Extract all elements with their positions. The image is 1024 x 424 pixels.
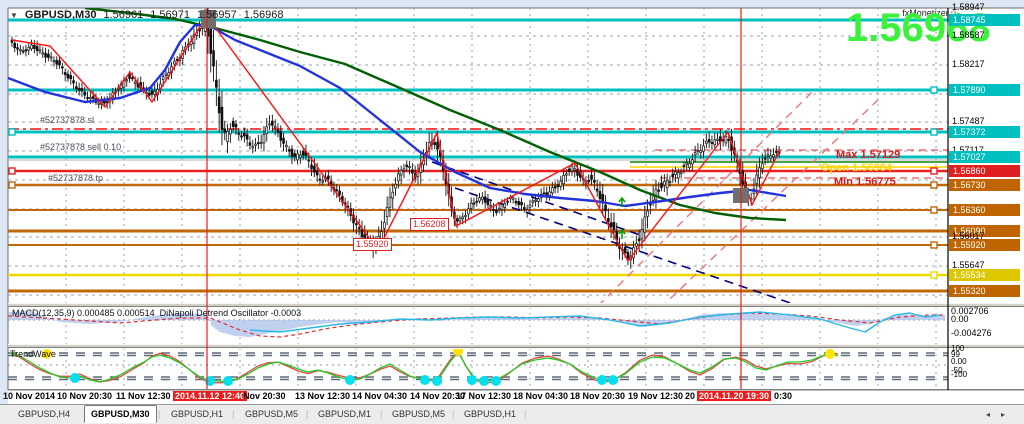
price-scale-badge: 1.55920 [949,239,1020,251]
time-axis-tick: 18 Nov 20:30 [570,391,626,401]
tab-gbpusd-h1[interactable]: GBPUSD,H1 [458,406,522,422]
tw-buy-dot [345,375,355,385]
swing-price-label: 1.55920 [353,238,392,251]
time-axis-tick: 10 Nov 20:30 [57,391,113,401]
tw-buy-dot [70,373,80,383]
tw-buy-dot [223,376,233,386]
time-axis-tick: 18 Nov 04:30 [513,391,569,401]
swing-price-label: 1.56208 [410,218,449,231]
line-anchor-handle[interactable] [930,86,938,94]
order-tp-label: #52737878 tp [48,173,104,183]
price-scale-badge: 1.57372 [949,126,1020,138]
price-scale-badge: 1.58745 [949,14,1020,26]
ohlc-high: 1.56971 [150,9,190,21]
price-scale-badge: 1.56360 [949,204,1020,216]
price-scale-badge: 1.55320 [949,285,1020,297]
line-anchor-handle[interactable] [930,167,938,175]
tw-buy-dot [491,376,501,386]
price-scale-badge: 1.55534 [949,269,1020,281]
price-scale-badge: 1.57027 [949,151,1020,163]
time-axis-tick: 10 Nov 2014 [3,391,56,401]
mt4-terminal: { "title": {"dropdown":"▼","symbol":"GBP… [0,0,1024,424]
time-axis-tick: 19 Nov 12:30 [628,391,684,401]
time-axis-highlighted-date: 2014.11.12 12:40 [173,391,248,401]
tab-separator: | [306,409,309,419]
tab-separator: | [232,409,235,419]
tab-gbpusd-m30[interactable]: GBPUSD,M30 [84,405,157,423]
tw-sell-dot [825,349,835,359]
time-axis-tick: 14 Nov 04:30 [352,391,408,401]
tw-buy-dot [479,376,489,386]
ohlc-close: 1.56968 [243,9,284,21]
tab-gbpusd-h4[interactable]: GBPUSD,H4 [12,406,76,422]
line-anchor-handle[interactable] [930,241,938,249]
macd-scale-tick: -0.004276 [951,328,992,338]
macd-label: MACD(12,35,9) 0.000485 0.000514 DiNapoli… [12,308,302,318]
order-sell-label: #52737878 sell 0.10 [40,142,122,152]
price-scale-badge: 1.56730 [949,179,1020,191]
line-anchor-handle[interactable] [8,181,16,189]
trendwave-scale-tick: -100 [951,370,968,379]
price-scale-badge: 1.56860 [949,165,1020,177]
day-max-label: Max 1.57129 [836,149,901,161]
tabs-scroll-left[interactable]: ◂ [986,410,990,419]
line-anchor-handle[interactable] [930,128,938,136]
tab-gbpusd-h1[interactable]: GBPUSD,H1 [165,406,229,422]
tab-separator: | [158,409,161,419]
tab-gbpusd-m5[interactable]: GBPUSD,M5 [239,406,304,422]
price-scale-tick: 1.58217 [952,59,985,69]
tw-buy-dot [608,375,618,385]
line-anchor-handle[interactable] [930,206,938,214]
tw-buy-dot [432,376,442,386]
day-min-label: Min 1.56775 [834,176,896,188]
time-axis-tick: 13 Nov 12:30 [295,391,351,401]
chart-tabs-bar: GBPUSD,H4 GBPUSD,M30 GBPUSD,H1 GBPUSD,M5 GBP… [0,404,1024,424]
day-open-label: Open 1.56904 [821,162,892,174]
tw-buy-dot [420,375,430,385]
tw-buy-dot [597,375,607,385]
chart-title: ▼ GBPUSD,M30 1.56961 1.56971 1.56957 1.5… [10,9,284,21]
tab-separator: | [524,409,527,419]
time-axis-tick: 11 Nov 12:30 [116,391,171,401]
tab-separator: | [380,409,383,419]
line-anchor-handle[interactable] [8,128,16,136]
chart-canvas[interactable] [0,0,1024,424]
price-scale-tick: 1.58587 [952,30,985,40]
ohlc-low: 1.56957 [196,9,237,21]
time-axis-tick: 0:30 [774,391,793,401]
current-price-display: 1.56968 [846,6,991,50]
time-axis-highlighted-date: 2014.11.20 19:30 [697,391,772,401]
price-scale-badge: 1.57890 [949,84,1020,96]
trendwave-scale-tick: 0.00 [951,357,967,366]
macd-scale-tick: 0.00 [951,314,969,324]
symbol-dropdown-icon[interactable]: ▼ [10,11,18,20]
symbol-timeframe-label: GBPUSD,M30 [24,9,97,21]
line-anchor-handle[interactable] [8,167,16,175]
tabs-scroll-right[interactable]: ▸ [1001,410,1005,419]
price-scale-tick: 1.58947 [952,2,985,12]
line-anchor-handle[interactable] [930,181,938,189]
ohlc-open: 1.56961 [103,9,144,21]
line-anchor-handle[interactable] [930,271,938,279]
time-axis-tick: 17 Nov 12:30 [456,391,512,401]
price-scale-tick: 1.57487 [952,116,985,126]
tab-gbpusd-m1[interactable]: GBPUSD,M1 [312,406,377,422]
tw-buy-dot [467,375,477,385]
tab-separator: | [452,409,455,419]
time-axis-tick: Nov 20:30 [243,391,286,401]
trendwave-label: TrendWave [10,349,56,359]
tab-gbpusd-m5[interactable]: GBPUSD,M5 [386,406,451,422]
order-sl-label: #52737878 sl [40,115,95,125]
